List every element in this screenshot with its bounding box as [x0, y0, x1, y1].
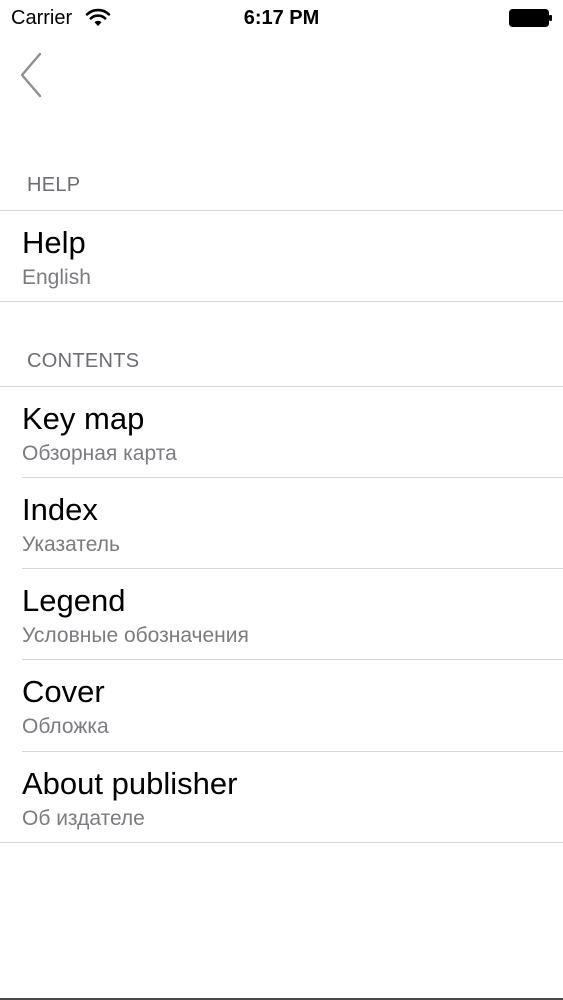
separator — [0, 301, 563, 302]
list-item-subtitle: English — [22, 266, 91, 289]
list-item-cover[interactable]: Cover Обложка — [0, 660, 563, 751]
list-item-index[interactable]: Index Указатель — [0, 478, 563, 569]
list-item-title: Index — [22, 492, 98, 527]
separator — [0, 842, 563, 843]
list-item-subtitle: Обзорная карта — [22, 442, 177, 465]
section-header-contents: CONTENTS — [27, 350, 140, 372]
list-item-legend[interactable]: Legend Условные обозначения — [0, 569, 563, 660]
status-bar: Carrier 6:17 PM — [0, 0, 563, 40]
list-item-title: Help — [22, 225, 86, 260]
list-item-title: About publisher — [22, 766, 238, 801]
list-item-subtitle: Указатель — [22, 533, 120, 556]
list-item-key-map[interactable]: Key map Обзорная карта — [0, 387, 563, 478]
back-button[interactable] — [12, 50, 52, 102]
status-time: 6:17 PM — [243, 7, 320, 29]
list-item-help[interactable]: Help English — [0, 211, 563, 302]
list-item-about-publisher[interactable]: About publisher Об издателе — [0, 752, 563, 843]
list-item-subtitle: Условные обозначения — [22, 624, 249, 647]
list-item-title: Legend — [22, 583, 126, 618]
list-item-subtitle: Об издателе — [22, 807, 145, 830]
navigation-bar — [0, 40, 563, 128]
list-item-title: Cover — [22, 674, 105, 709]
section-header-help: HELP — [27, 174, 81, 196]
list-item-subtitle: Обложка — [22, 715, 109, 738]
chevron-left-icon — [12, 52, 52, 106]
list-item-title: Key map — [22, 401, 145, 436]
battery-icon — [509, 9, 553, 27]
